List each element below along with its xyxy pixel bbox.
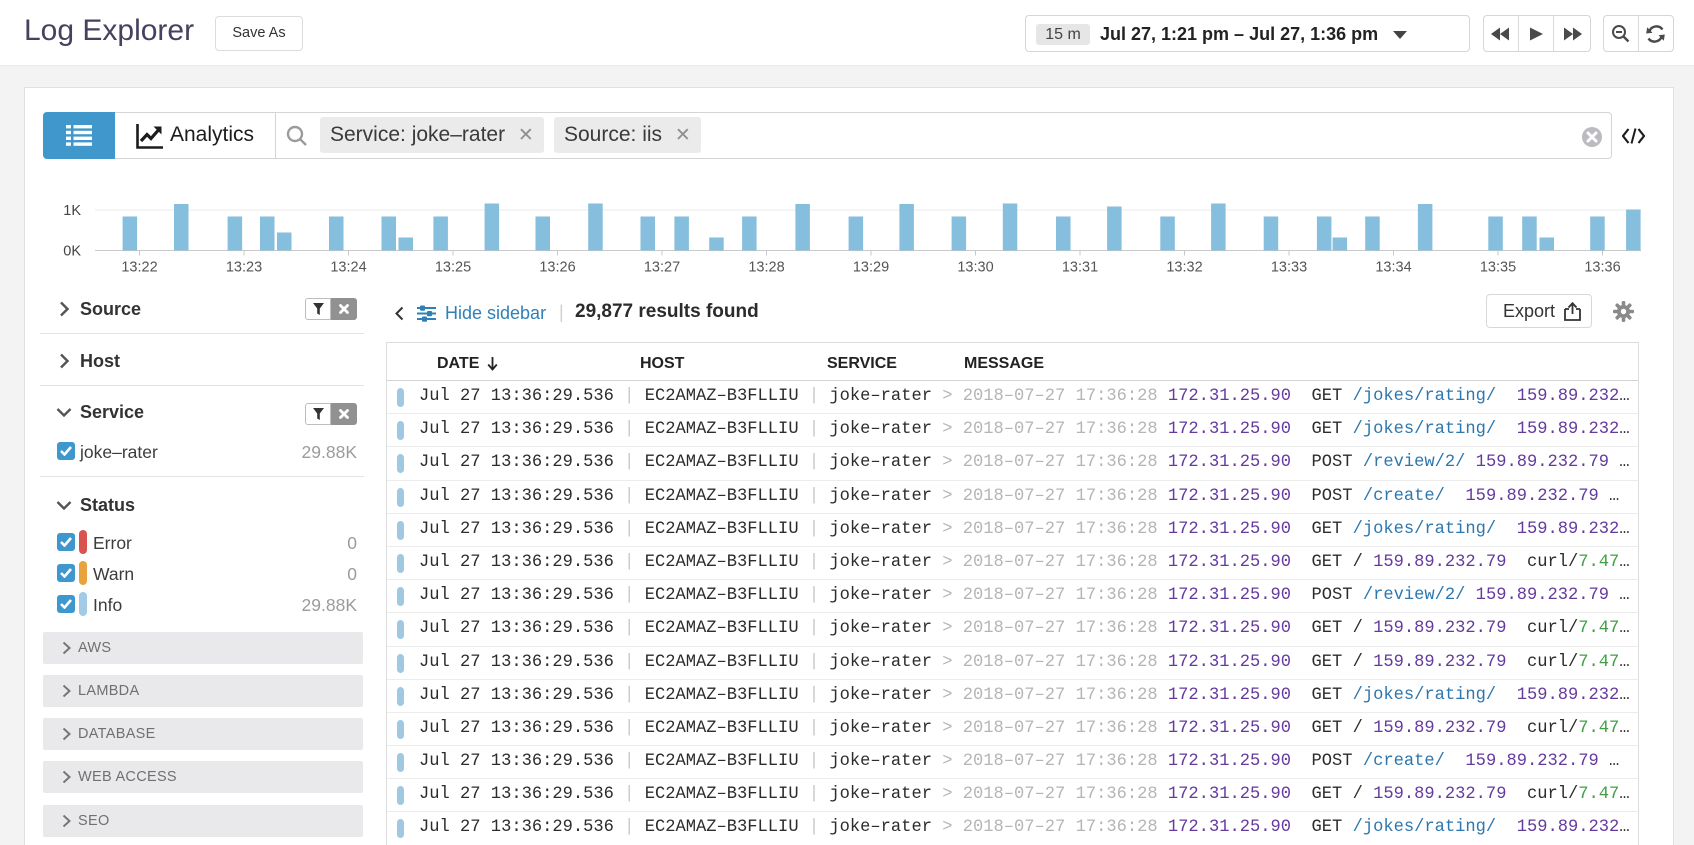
svg-text:13:30: 13:30 <box>957 260 993 276</box>
svg-text:13:25: 13:25 <box>435 260 471 276</box>
svg-text:13:33: 13:33 <box>1271 260 1307 276</box>
svg-text:1K: 1K <box>63 203 81 219</box>
svg-text:13:27: 13:27 <box>644 260 680 276</box>
svg-text:13:36: 13:36 <box>1584 260 1620 276</box>
svg-text:13:23: 13:23 <box>226 260 262 276</box>
svg-text:13:24: 13:24 <box>330 260 366 276</box>
svg-text:0K: 0K <box>63 244 81 260</box>
svg-text:13:34: 13:34 <box>1375 260 1411 276</box>
svg-text:13:26: 13:26 <box>539 260 575 276</box>
svg-text:13:35: 13:35 <box>1480 260 1516 276</box>
svg-text:13:28: 13:28 <box>748 260 784 276</box>
svg-text:13:32: 13:32 <box>1166 260 1202 276</box>
svg-text:13:31: 13:31 <box>1062 260 1098 276</box>
svg-text:13:29: 13:29 <box>853 260 889 276</box>
svg-text:13:22: 13:22 <box>121 260 157 276</box>
